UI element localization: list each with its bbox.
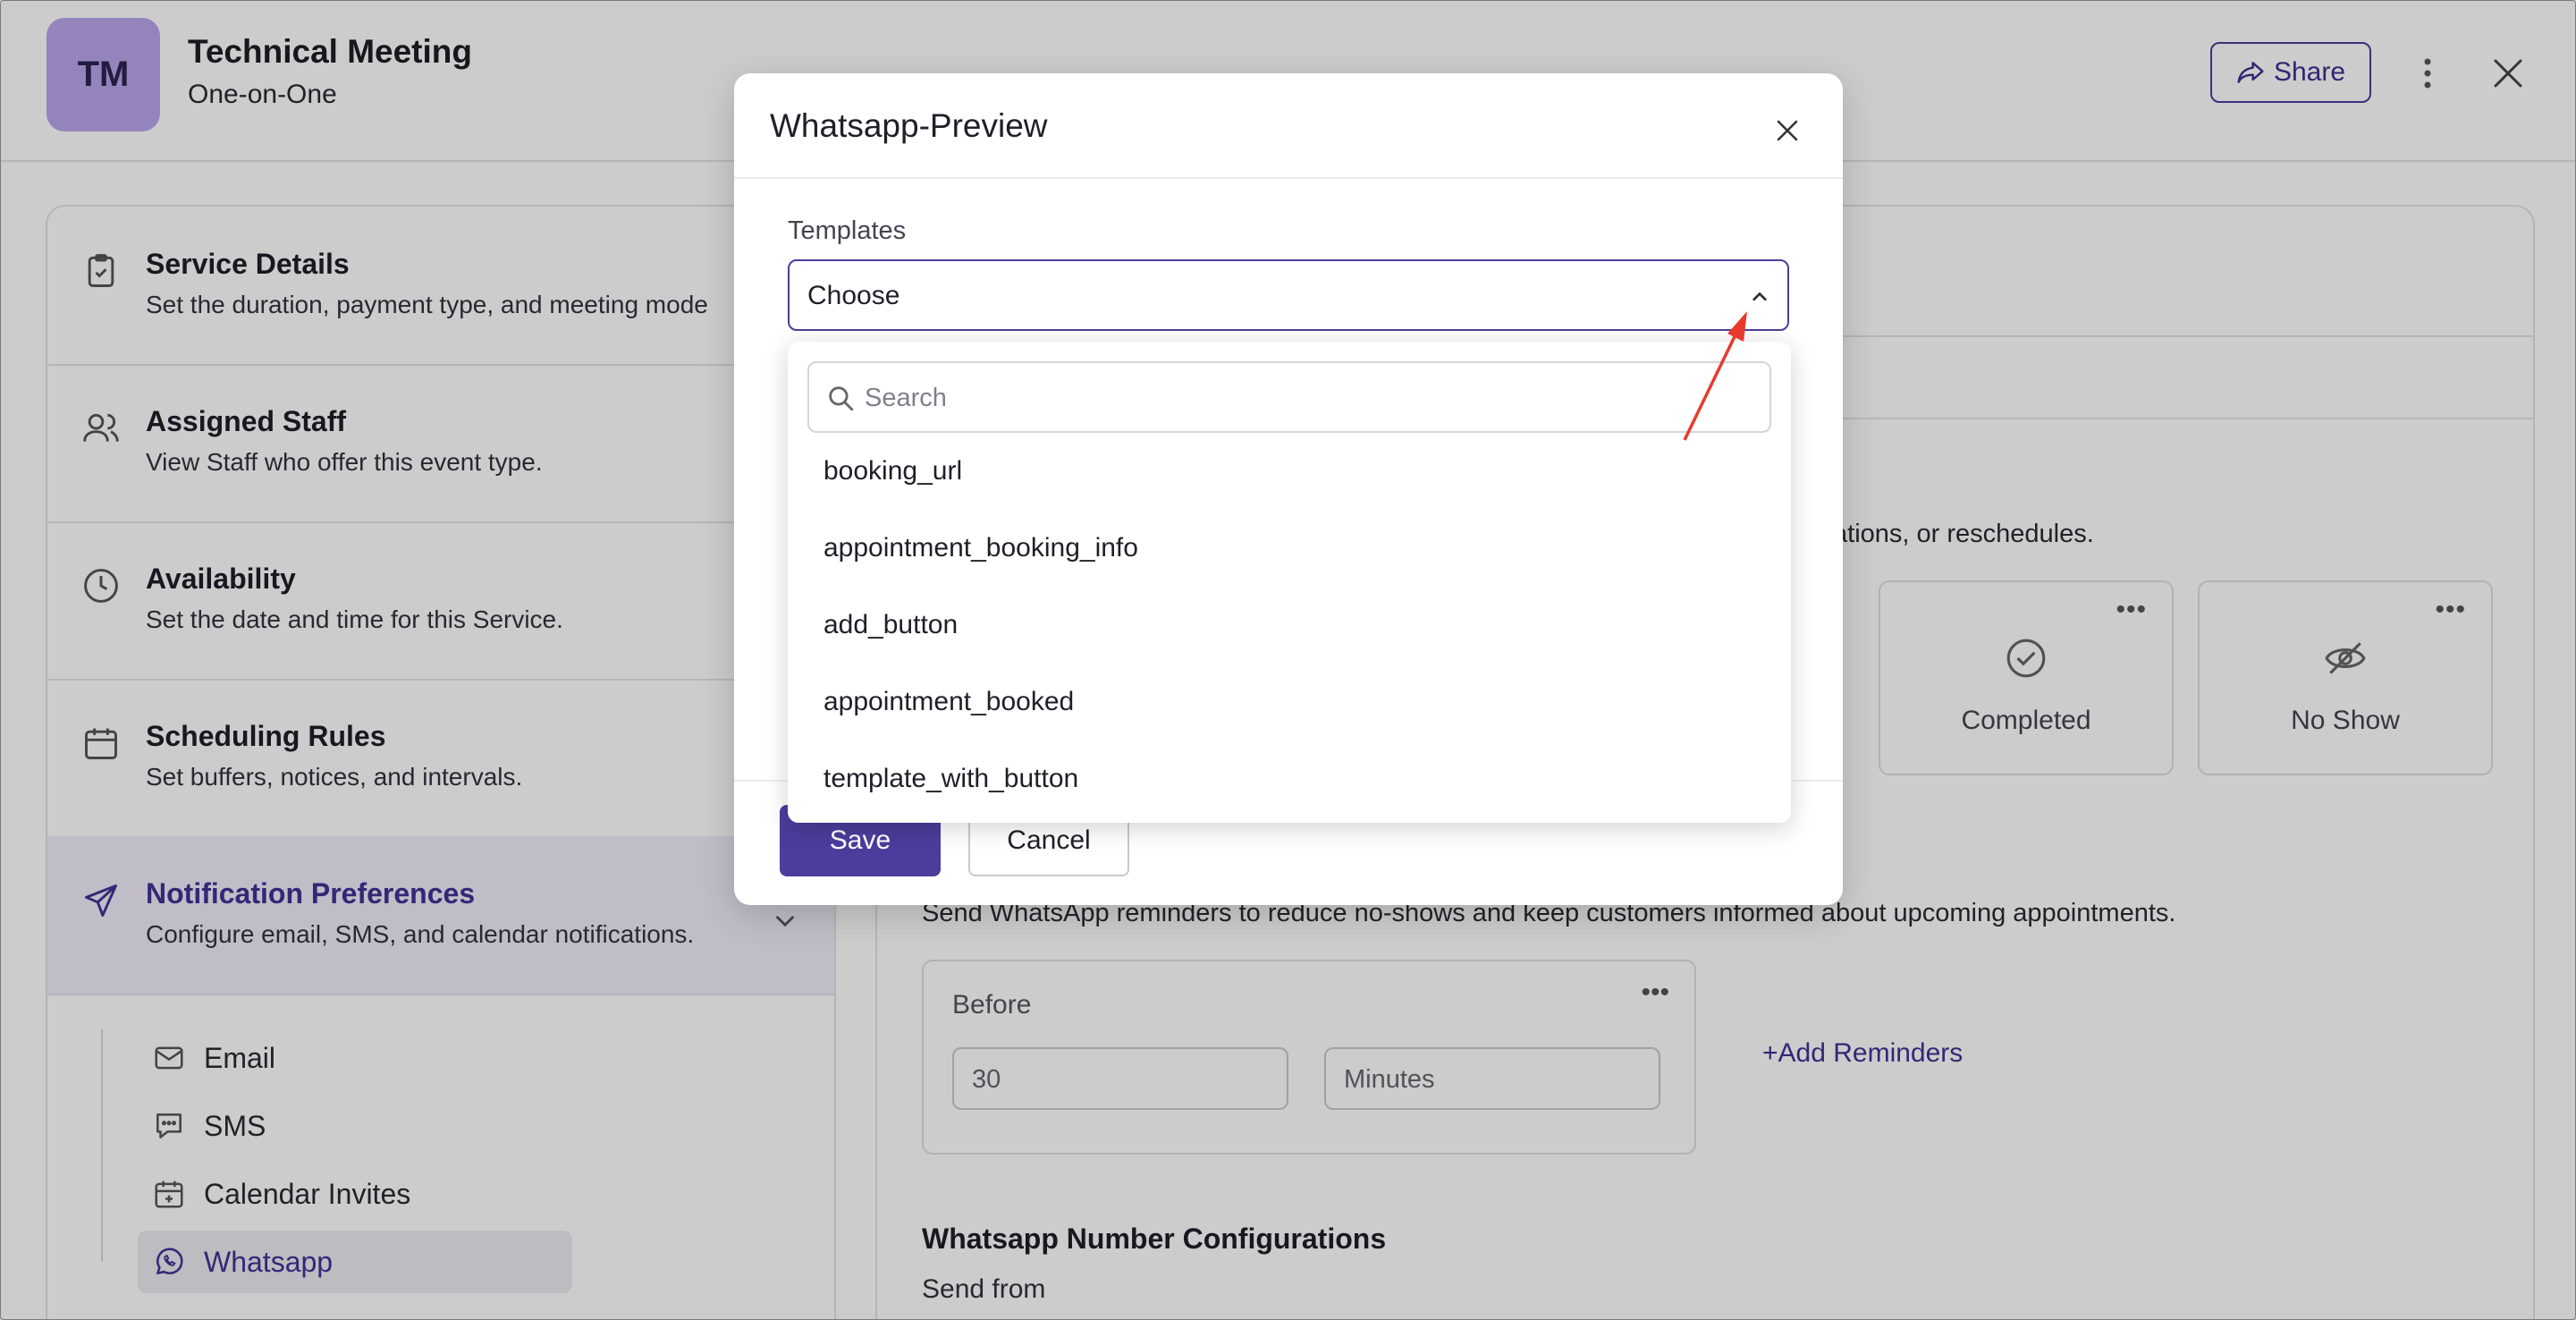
search-icon	[829, 386, 854, 411]
dropdown-option[interactable]: appointment_booking_info	[788, 510, 1791, 587]
dropdown-option-label: appointment_booked	[823, 687, 1075, 716]
dropdown-option[interactable]: booking_url	[788, 433, 1791, 510]
dropdown-option[interactable]: add_button	[788, 587, 1791, 664]
templates-select[interactable]: Choose	[788, 259, 1789, 331]
templates-select-value: Choose	[807, 281, 900, 310]
modal-close-icon[interactable]	[1766, 109, 1809, 152]
dropdown-search	[807, 361, 1771, 433]
templates-dropdown: booking_url appointment_booking_info add…	[788, 342, 1791, 823]
dropdown-option-label: add_button	[823, 610, 959, 639]
dropdown-option-label: booking_url	[823, 456, 963, 486]
dropdown-option[interactable]: template_with_button	[788, 740, 1791, 817]
chevron-up-icon	[1753, 292, 1767, 301]
search-input[interactable]	[863, 374, 1752, 422]
modal-title: Whatsapp-Preview	[770, 107, 1048, 144]
dropdown-option-label: appointment_booking_info	[823, 533, 1138, 563]
dropdown-option-label: template_with_button	[823, 764, 1079, 793]
dropdown-option[interactable]: appointment_booked	[788, 664, 1791, 740]
templates-label: Templates	[788, 216, 907, 245]
modal-divider	[734, 177, 1843, 179]
